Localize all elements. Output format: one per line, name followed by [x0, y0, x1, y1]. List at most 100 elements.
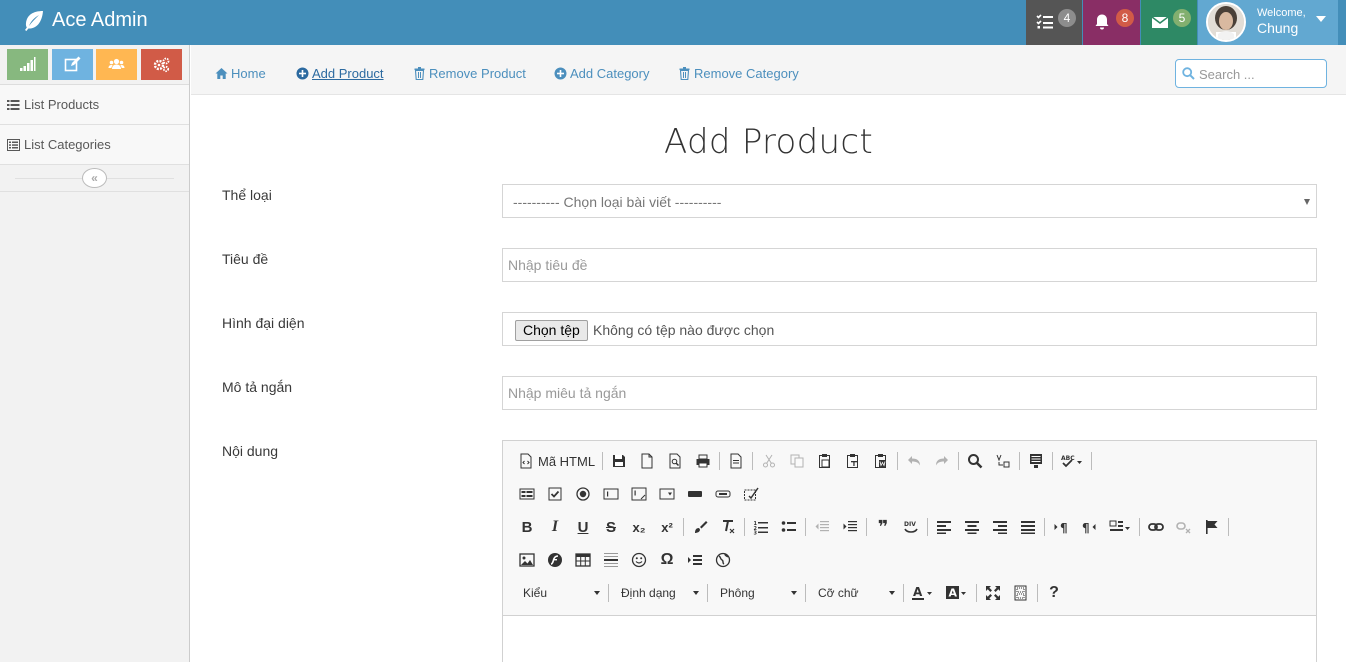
unlink-button[interactable]: [1170, 515, 1198, 539]
breadcrumb-add-product[interactable]: Add Product: [296, 66, 384, 81]
maximize-button[interactable]: [979, 581, 1007, 605]
find-button[interactable]: [961, 449, 989, 473]
source-button[interactable]: Mã HTML: [513, 449, 600, 473]
cut-button[interactable]: [755, 449, 783, 473]
align-left-button[interactable]: [930, 515, 958, 539]
indent-button[interactable]: [836, 515, 864, 539]
align-center-button[interactable]: [958, 515, 986, 539]
breadcrumb-label: Add Product: [312, 66, 384, 81]
superscript-button[interactable]: x²: [653, 515, 681, 539]
remove-format-button[interactable]: [714, 515, 742, 539]
bold-button[interactable]: B: [513, 515, 541, 539]
svg-text:3: 3: [754, 531, 758, 536]
select-field-button[interactable]: [653, 482, 681, 506]
image-button-field-button[interactable]: [709, 482, 737, 506]
select-all-button[interactable]: [1022, 449, 1050, 473]
button-field-button[interactable]: [681, 482, 709, 506]
ltr-button[interactable]: ¶: [1047, 515, 1075, 539]
blockquote-button[interactable]: ❞: [869, 515, 897, 539]
messages-button[interactable]: 5: [1141, 0, 1197, 45]
text-color-button[interactable]: A: [906, 581, 940, 605]
choose-file-button[interactable]: Chọn tệp: [515, 320, 588, 341]
category-select[interactable]: ---------- Chọn loại bài viết ----------: [502, 184, 1317, 218]
summary-input[interactable]: [502, 376, 1317, 410]
language-button[interactable]: [1103, 515, 1137, 539]
strike-button[interactable]: S: [597, 515, 625, 539]
hidden-field-button[interactable]: [737, 482, 765, 506]
bell-icon: [1095, 14, 1109, 30]
table-button[interactable]: [569, 548, 597, 572]
italic-button[interactable]: I: [541, 515, 569, 539]
user-menu[interactable]: Welcome, Chung: [1198, 0, 1338, 45]
shortcut-edit-button[interactable]: [52, 49, 93, 80]
breadcrumb-add-category[interactable]: Add Category: [554, 66, 650, 81]
sidebar-collapse-button[interactable]: «: [82, 168, 107, 188]
div-container-button[interactable]: DIV: [897, 515, 925, 539]
flash-button[interactable]: [541, 548, 569, 572]
user-name: Chung: [1257, 20, 1299, 36]
checkbox-button[interactable]: [541, 482, 569, 506]
form-button[interactable]: [513, 482, 541, 506]
special-char-button[interactable]: Ω: [653, 548, 681, 572]
breadcrumb-remove-product[interactable]: Remove Product: [413, 66, 526, 81]
horizontal-line-button[interactable]: [597, 548, 625, 572]
paste-button[interactable]: [811, 449, 839, 473]
print-button[interactable]: [689, 449, 717, 473]
outdent-button[interactable]: [808, 515, 836, 539]
help-button[interactable]: ?: [1040, 581, 1068, 605]
redo-button[interactable]: [928, 449, 956, 473]
spellcheck-button[interactable]: ABC: [1055, 449, 1089, 473]
editor-toolbar-row-4: Ω: [513, 547, 737, 573]
replace-button[interactable]: [989, 449, 1017, 473]
breadcrumb-label: Remove Product: [429, 66, 526, 81]
editor-content-area[interactable]: [503, 615, 1316, 662]
textarea-button[interactable]: [625, 482, 653, 506]
sidebar-item-list-categories[interactable]: List Categories: [0, 125, 189, 165]
svg-text:DIV: DIV: [904, 521, 916, 528]
paste-text-button[interactable]: [839, 449, 867, 473]
pencil-icon: [64, 56, 81, 72]
align-right-button[interactable]: [986, 515, 1014, 539]
search-input[interactable]: [1199, 65, 1319, 83]
copy-format-button[interactable]: [686, 515, 714, 539]
page-break-button[interactable]: [681, 548, 709, 572]
paste-word-button[interactable]: [867, 449, 895, 473]
numbered-list-button[interactable]: 123: [747, 515, 775, 539]
anchor-button[interactable]: [1198, 515, 1226, 539]
font-combo[interactable]: Phông: [710, 582, 803, 604]
show-blocks-button[interactable]: [1007, 581, 1035, 605]
brand[interactable]: Ace Admin: [22, 8, 148, 32]
breadcrumb-home[interactable]: Home: [215, 66, 266, 81]
rtl-button[interactable]: ¶: [1075, 515, 1103, 539]
bulleted-list-button[interactable]: [775, 515, 803, 539]
format-combo[interactable]: Định dạng: [611, 582, 705, 604]
font-size-combo[interactable]: Cỡ chữ: [808, 582, 901, 604]
font-size-combo-label: Cỡ chữ: [818, 586, 859, 600]
shortcut-settings-button[interactable]: [141, 49, 182, 80]
shortcut-users-button[interactable]: [96, 49, 137, 80]
image-button[interactable]: [513, 548, 541, 572]
background-color-button[interactable]: A: [940, 581, 974, 605]
tasks-button[interactable]: 4: [1026, 0, 1082, 45]
text-field-button[interactable]: [597, 482, 625, 506]
notifications-button[interactable]: 8: [1083, 0, 1140, 45]
style-combo[interactable]: Kiểu: [513, 582, 606, 604]
breadcrumb-remove-category[interactable]: Remove Category: [678, 66, 799, 81]
preview-button[interactable]: [661, 449, 689, 473]
sidebar-item-list-products[interactable]: List Products: [0, 85, 189, 125]
copy-button[interactable]: [783, 449, 811, 473]
radio-button[interactable]: [569, 482, 597, 506]
underline-button[interactable]: U: [569, 515, 597, 539]
save-button[interactable]: [605, 449, 633, 473]
chevron-down-icon: [1304, 199, 1310, 205]
undo-button[interactable]: [900, 449, 928, 473]
smiley-button[interactable]: [625, 548, 653, 572]
link-button[interactable]: [1142, 515, 1170, 539]
title-input[interactable]: [502, 248, 1317, 282]
shortcut-stats-button[interactable]: [7, 49, 48, 80]
new-page-button[interactable]: [633, 449, 661, 473]
justify-button[interactable]: [1014, 515, 1042, 539]
iframe-button[interactable]: [709, 548, 737, 572]
subscript-button[interactable]: x₂: [625, 515, 653, 539]
templates-button[interactable]: [722, 449, 750, 473]
